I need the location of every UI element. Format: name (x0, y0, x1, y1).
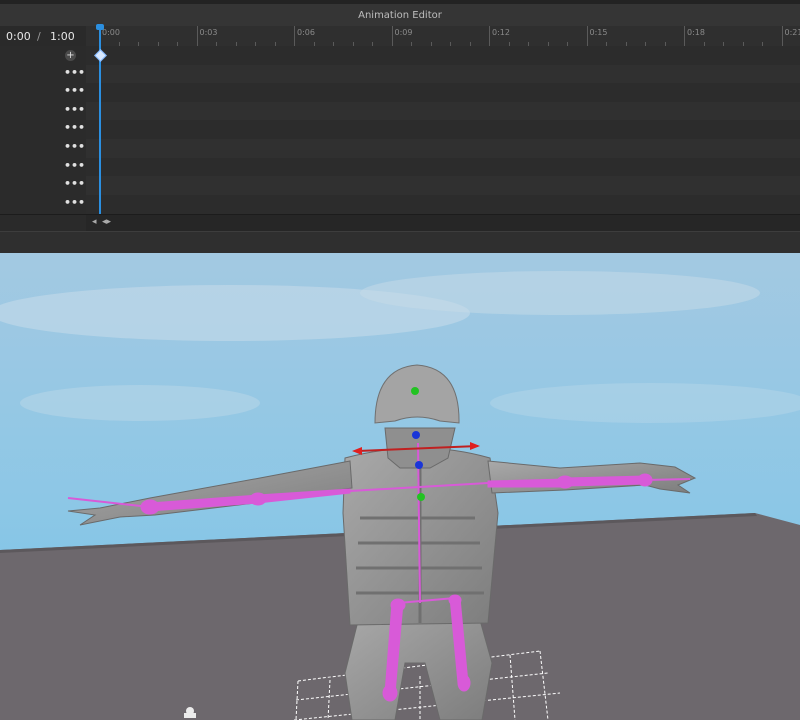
viewport-scene[interactable] (0, 253, 800, 720)
ruler-major-tick (586, 26, 588, 46)
ruler-major-tick (781, 26, 783, 46)
track-row: ••• (0, 139, 86, 158)
track-row: ••• (0, 176, 86, 195)
playhead-handle[interactable] (96, 24, 104, 30)
track-options-button[interactable]: ••• (64, 178, 85, 191)
cloud (490, 383, 800, 423)
ruler-major-tick (196, 26, 198, 46)
animation-editor-panel: Animation Editor 0:00 / 1:00 0:00 0:03 0:0… (0, 0, 800, 254)
time-separator: / (37, 30, 41, 43)
track-row: ••• (0, 102, 86, 121)
track-options-button[interactable]: ••• (64, 85, 85, 98)
track-list: + ••• ••• ••• ••• ••• ••• ••• ••• (0, 46, 87, 214)
editor-footer (0, 231, 800, 254)
track-row-root: + (0, 46, 86, 65)
timeline-row (86, 46, 800, 65)
track-row: ••• (0, 120, 86, 139)
timeline-ruler[interactable]: 0:00 0:03 0:06 0:09 0:12 0:15 0:18 0:21 (86, 26, 800, 47)
window-title: Animation Editor (358, 10, 442, 21)
scrollbar-spacer (0, 215, 86, 232)
timeline-row (86, 101, 800, 121)
ruler-time-label: 0:18 (687, 28, 705, 37)
track-options-button[interactable]: ••• (64, 122, 85, 135)
ruler-time-label: 0:06 (297, 28, 315, 37)
ruler-time-label: 0:12 (492, 28, 510, 37)
track-options-button[interactable]: ••• (64, 160, 85, 173)
track-row: ••• (0, 65, 86, 84)
ruler-time-label: 0:00 (102, 28, 120, 37)
timeline-row (86, 158, 800, 177)
timeline-row (86, 83, 800, 102)
track-row: ••• (0, 83, 86, 102)
timeline-row (86, 195, 800, 214)
track-options-button[interactable]: ••• (64, 197, 85, 210)
3d-viewport[interactable] (0, 253, 800, 720)
time-display: 0:00 / 1:00 (0, 26, 86, 47)
track-options-button[interactable]: ••• (64, 67, 85, 80)
timeline-row (86, 64, 800, 84)
ruler-time-label: 0:15 (589, 28, 608, 37)
total-time-input[interactable]: 1:00 (50, 30, 75, 43)
cloud (20, 385, 260, 421)
track-row: ••• (0, 158, 86, 177)
cloud (360, 271, 760, 315)
track-row: ••• (0, 195, 86, 214)
ruler-major-tick (684, 26, 685, 46)
keyframe-timeline[interactable] (86, 46, 800, 214)
timeline-row (86, 139, 800, 158)
ruler-major-tick (489, 26, 490, 46)
ruler-time-label: 0:09 (394, 28, 413, 37)
zoom-resize-handle[interactable]: ◂▸ (102, 217, 111, 227)
scroll-left-arrow[interactable]: ◂ (92, 217, 97, 227)
timeline-row (86, 120, 800, 139)
current-time-input[interactable]: 0:00 (6, 30, 31, 43)
add-track-button[interactable]: + (65, 50, 76, 61)
ruler-major-tick (391, 26, 393, 46)
timeline-row (86, 176, 800, 195)
ruler-major-tick (294, 26, 295, 46)
ruler-time-label: 0:21 (784, 28, 800, 37)
track-options-button[interactable]: ••• (64, 141, 85, 154)
timeline-scrollbar[interactable]: ◂ ◂▸ (0, 214, 800, 232)
track-options-button[interactable]: ••• (64, 104, 85, 117)
animation-editor-titlebar: Animation Editor (0, 0, 800, 26)
ruler-time-label: 0:03 (199, 28, 218, 37)
